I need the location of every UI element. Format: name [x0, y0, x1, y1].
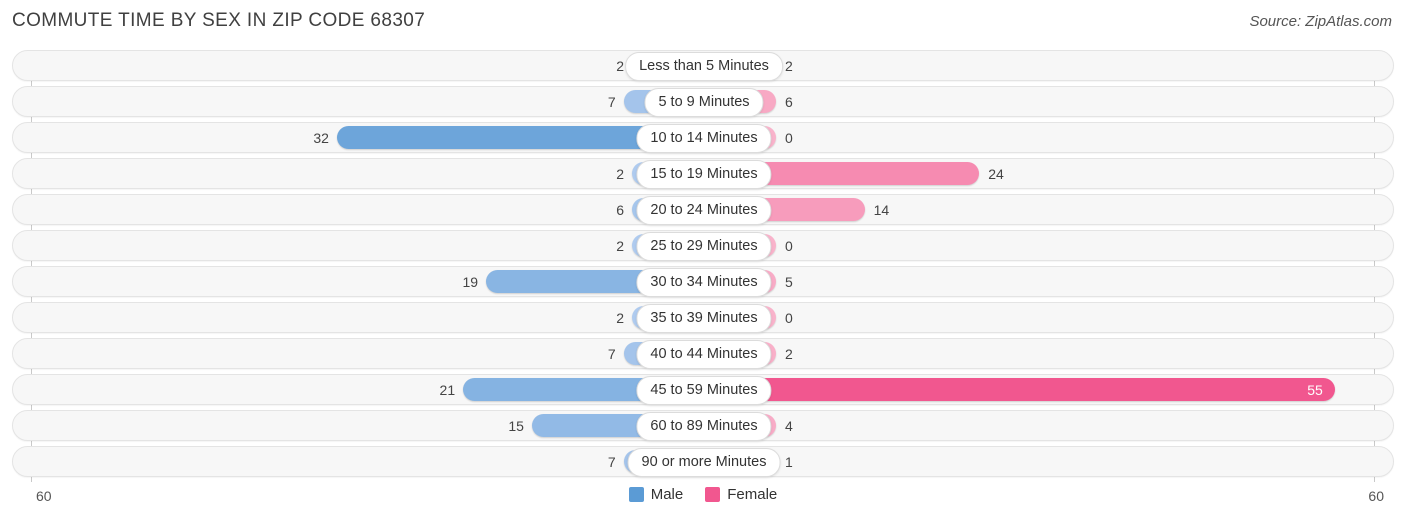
value-label-male: 15 — [508, 418, 524, 434]
value-label-female: 2 — [785, 58, 793, 74]
table-row[interactable]: 7 6 5 to 9 Minutes — [12, 86, 1394, 117]
category-label[interactable]: 35 to 39 Minutes — [636, 304, 772, 333]
value-label-male: 19 — [462, 274, 479, 290]
plot-area: 2 2 Less than 5 Minutes 7 6 5 to 9 Minutes 32 0… — [0, 50, 1406, 482]
category-label[interactable]: 45 to 59 Minutes — [636, 376, 772, 405]
bar-group: 2 0 35 to 39 Minutes — [13, 303, 1395, 333]
value-label-female: 55 — [1307, 382, 1323, 398]
category-label[interactable]: Less than 5 Minutes — [625, 52, 783, 81]
category-label[interactable]: 25 to 29 Minutes — [636, 232, 772, 261]
table-row[interactable]: 2 24 15 to 19 Minutes — [12, 158, 1394, 189]
value-label-female: 1 — [785, 454, 793, 470]
category-label[interactable]: 20 to 24 Minutes — [636, 196, 772, 225]
legend-item-label: Female — [727, 486, 778, 503]
category-label[interactable]: 40 to 44 Minutes — [636, 340, 772, 369]
category-label[interactable]: 5 to 9 Minutes — [644, 88, 764, 117]
value-label-female: 6 — [785, 94, 793, 110]
table-row[interactable]: 19 5 30 to 34 Minutes — [12, 266, 1394, 297]
value-label-male: 2 — [616, 166, 624, 182]
table-row[interactable]: 7 1 90 or more Minutes — [12, 446, 1394, 477]
legend-item-male[interactable]: Male — [628, 486, 684, 503]
bar-group: 32 0 10 to 14 Minutes — [13, 123, 1395, 153]
legend-swatch-icon — [628, 487, 644, 502]
legend-item-label: Male — [650, 486, 684, 503]
chart-footer: 60 60 Male Female — [0, 482, 1406, 523]
legend-item-female[interactable]: Female — [705, 486, 777, 503]
table-row[interactable]: 2 0 35 to 39 Minutes — [12, 302, 1394, 333]
chart-legend: Male Female — [0, 486, 1406, 503]
category-label[interactable]: 60 to 89 Minutes — [636, 412, 772, 441]
value-label-female: 4 — [785, 418, 793, 434]
category-label[interactable]: 15 to 19 Minutes — [636, 160, 772, 189]
page-title: COMMUTE TIME BY SEX IN ZIP CODE 68307 — [12, 10, 426, 31]
bar-group: 2 24 15 to 19 Minutes — [13, 159, 1395, 189]
bar-group: 2 2 Less than 5 Minutes — [13, 51, 1395, 81]
bar-group: 7 2 40 to 44 Minutes — [13, 339, 1395, 369]
category-label[interactable]: 90 or more Minutes — [627, 448, 781, 477]
category-label[interactable]: 10 to 14 Minutes — [636, 124, 772, 153]
table-row[interactable]: 15 4 60 to 89 Minutes — [12, 410, 1394, 441]
value-label-female: 14 — [873, 202, 890, 218]
table-row[interactable]: 6 14 20 to 24 Minutes — [12, 194, 1394, 225]
bar-group: 7 1 90 or more Minutes — [13, 447, 1395, 477]
value-label-male: 32 — [313, 130, 329, 146]
bar-group: 19 5 30 to 34 Minutes — [13, 267, 1395, 297]
value-label-female: 5 — [785, 274, 793, 290]
value-label-male: 7 — [607, 346, 616, 362]
chart-header: COMMUTE TIME BY SEX IN ZIP CODE 68307 So… — [0, 0, 1406, 44]
value-label-female: 0 — [785, 238, 793, 254]
category-label[interactable]: 30 to 34 Minutes — [636, 268, 772, 297]
source-attribution: Source: ZipAtlas.com — [1249, 13, 1392, 30]
value-label-male: 2 — [616, 238, 624, 254]
value-label-male: 2 — [616, 58, 624, 74]
bar-group: 21 55 45 to 59 Minutes — [13, 375, 1395, 405]
chart-root: COMMUTE TIME BY SEX IN ZIP CODE 68307 So… — [0, 0, 1406, 523]
bar-group: 7 6 5 to 9 Minutes — [13, 87, 1395, 117]
table-row[interactable]: 2 0 25 to 29 Minutes — [12, 230, 1394, 261]
legend-swatch-icon — [705, 487, 721, 502]
table-row[interactable]: 7 2 40 to 44 Minutes — [12, 338, 1394, 369]
value-label-female: 24 — [988, 166, 1004, 182]
table-row[interactable]: 32 0 10 to 14 Minutes — [12, 122, 1394, 153]
bar-group: 2 0 25 to 29 Minutes — [13, 231, 1395, 261]
bar-group: 15 4 60 to 89 Minutes — [13, 411, 1395, 441]
value-label-female: 0 — [785, 130, 793, 146]
value-label-male: 2 — [616, 310, 624, 326]
bar-group: 6 14 20 to 24 Minutes — [13, 195, 1395, 225]
value-label-male: 21 — [439, 382, 456, 398]
value-label-male: 7 — [607, 94, 616, 110]
value-label-male: 7 — [607, 454, 616, 470]
bar-female[interactable] — [704, 378, 1335, 401]
table-row[interactable]: 21 55 45 to 59 Minutes — [12, 374, 1394, 405]
value-label-male: 6 — [616, 202, 624, 218]
value-label-female: 0 — [785, 310, 793, 326]
value-label-female: 2 — [785, 346, 793, 362]
table-row[interactable]: 2 2 Less than 5 Minutes — [12, 50, 1394, 81]
